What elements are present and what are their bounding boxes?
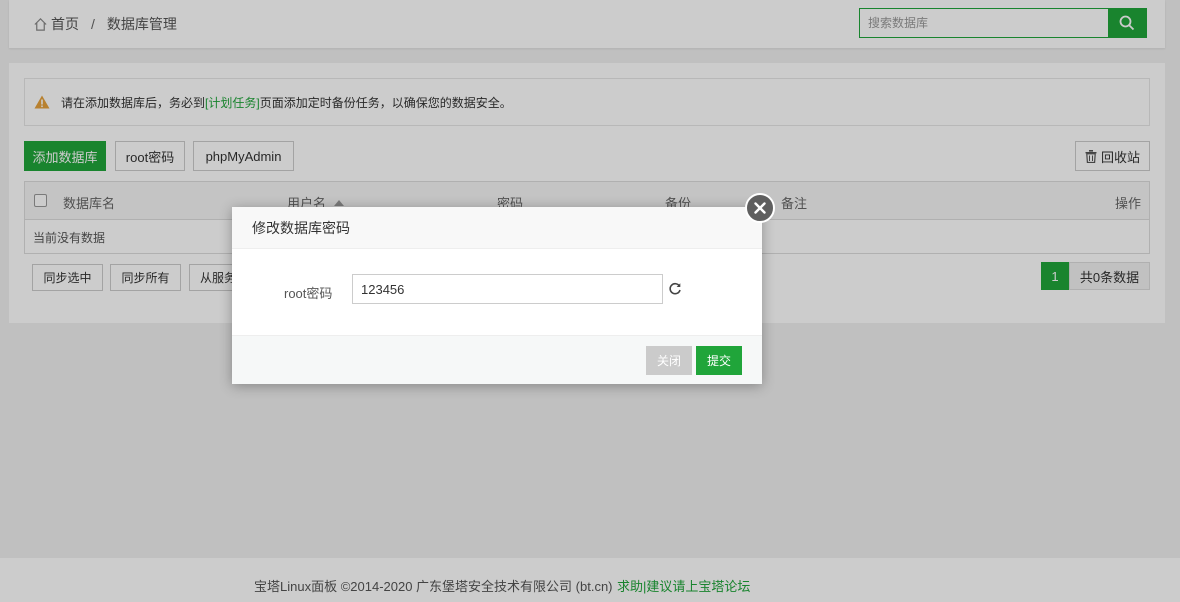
dialog-footer: 关闭 提交: [232, 335, 762, 384]
root-password-input[interactable]: [352, 274, 663, 304]
close-icon: [754, 202, 766, 214]
dialog-cancel-button[interactable]: 关闭: [646, 346, 692, 375]
dialog-close-button[interactable]: [745, 193, 775, 223]
dialog-submit-button[interactable]: 提交: [696, 346, 742, 375]
refresh-icon[interactable]: [668, 282, 682, 296]
root-password-label: root密码: [284, 286, 333, 301]
dialog-title: 修改数据库密码: [232, 207, 762, 249]
change-password-dialog: 修改数据库密码 root密码 关闭 提交: [232, 193, 775, 384]
